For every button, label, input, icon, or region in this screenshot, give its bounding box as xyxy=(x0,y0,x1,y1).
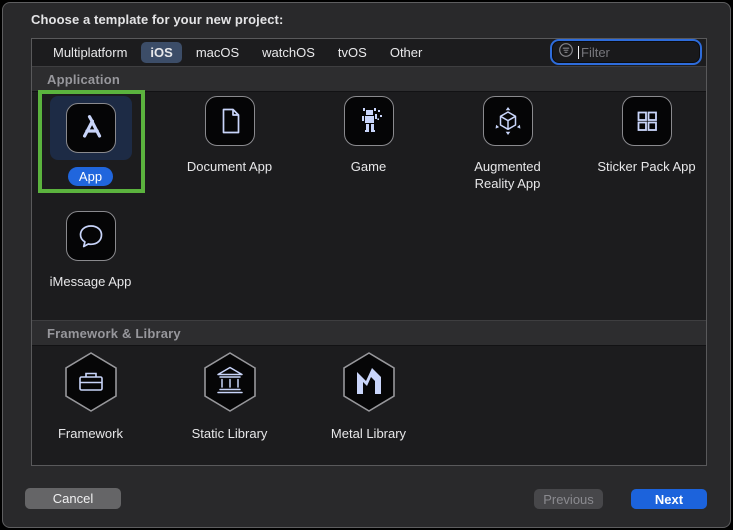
section-header-framework-library: Framework & Library xyxy=(32,320,706,346)
template-label: iMessage App xyxy=(50,274,132,291)
tab-ios[interactable]: iOS xyxy=(141,42,181,63)
tab-multiplatform[interactable]: Multiplatform xyxy=(44,42,136,63)
application-templates-row-2: iMessage App xyxy=(21,211,160,291)
tab-watchos[interactable]: watchOS xyxy=(253,42,324,63)
template-label: Augmented Reality App xyxy=(469,159,547,193)
template-metal-library[interactable]: Metal Library xyxy=(299,351,438,443)
selected-template-highlight xyxy=(50,96,132,160)
template-chooser-panel: Multiplatform iOS macOS watchOS tvOS Oth… xyxy=(31,38,707,466)
application-templates-row-1: App Document App xyxy=(21,96,716,193)
template-app[interactable]: App xyxy=(21,96,160,193)
metal-m-hexagon-icon xyxy=(340,351,398,418)
template-label: Metal Library xyxy=(331,426,406,443)
document-icon xyxy=(205,96,255,146)
template-label: Framework xyxy=(58,426,123,443)
section-header-application: Application xyxy=(32,66,706,92)
new-project-template-dialog: Choose a template for your new project: … xyxy=(2,2,731,528)
toolbox-hexagon-icon xyxy=(62,351,120,418)
tab-other[interactable]: Other xyxy=(381,42,432,63)
cancel-button[interactable]: Cancel xyxy=(25,488,121,509)
filter-placeholder: Filter xyxy=(581,45,610,60)
template-framework[interactable]: Framework xyxy=(21,351,160,443)
template-document-app[interactable]: Document App xyxy=(160,96,299,193)
framework-templates-row: Framework Static Library xyxy=(21,351,438,443)
template-static-library[interactable]: Static Library xyxy=(160,351,299,443)
template-label-app: App xyxy=(68,167,113,186)
next-button[interactable]: Next xyxy=(631,489,707,509)
previous-button[interactable]: Previous xyxy=(534,489,603,509)
template-game[interactable]: Game xyxy=(299,96,438,193)
dialog-title: Choose a template for your new project: xyxy=(31,12,283,27)
platform-tab-bar: Multiplatform iOS macOS watchOS tvOS Oth… xyxy=(32,39,706,67)
sticker-grid-icon xyxy=(622,96,672,146)
tab-tvos[interactable]: tvOS xyxy=(329,42,376,63)
template-sticker-pack-app[interactable]: Sticker Pack App xyxy=(577,96,716,193)
ar-cube-icon xyxy=(483,96,533,146)
template-label: Sticker Pack App xyxy=(597,159,695,176)
game-sprite-icon xyxy=(344,96,394,146)
template-label: Document App xyxy=(187,159,272,176)
library-building-hexagon-icon xyxy=(201,351,259,418)
template-label: Static Library xyxy=(192,426,268,443)
app-store-icon xyxy=(66,103,116,153)
filter-input[interactable]: Filter xyxy=(553,42,699,62)
message-bubble-icon xyxy=(66,211,116,261)
template-imessage-app[interactable]: iMessage App xyxy=(21,211,160,291)
text-caret xyxy=(578,46,579,59)
tab-macos[interactable]: macOS xyxy=(187,42,248,63)
filter-funnel-icon xyxy=(557,41,575,64)
template-label: Game xyxy=(351,159,386,176)
template-augmented-reality-app[interactable]: Augmented Reality App xyxy=(438,96,577,193)
